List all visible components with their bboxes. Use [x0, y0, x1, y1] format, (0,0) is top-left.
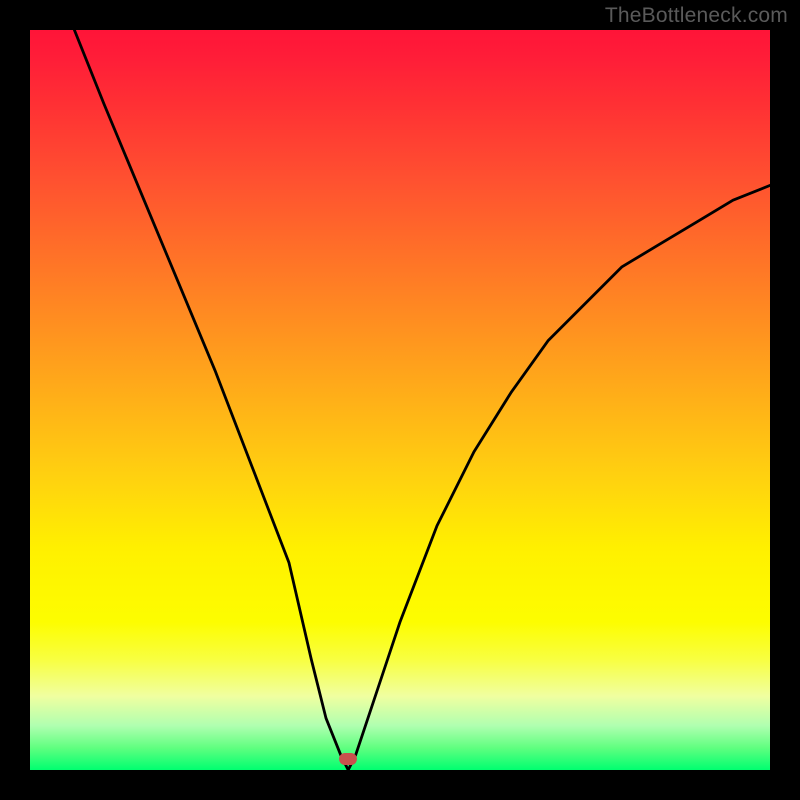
chart-plot-area — [30, 30, 770, 770]
bottleneck-curve — [30, 30, 770, 770]
watermark-text: TheBottleneck.com — [605, 4, 788, 28]
optimal-point-marker — [339, 753, 357, 765]
